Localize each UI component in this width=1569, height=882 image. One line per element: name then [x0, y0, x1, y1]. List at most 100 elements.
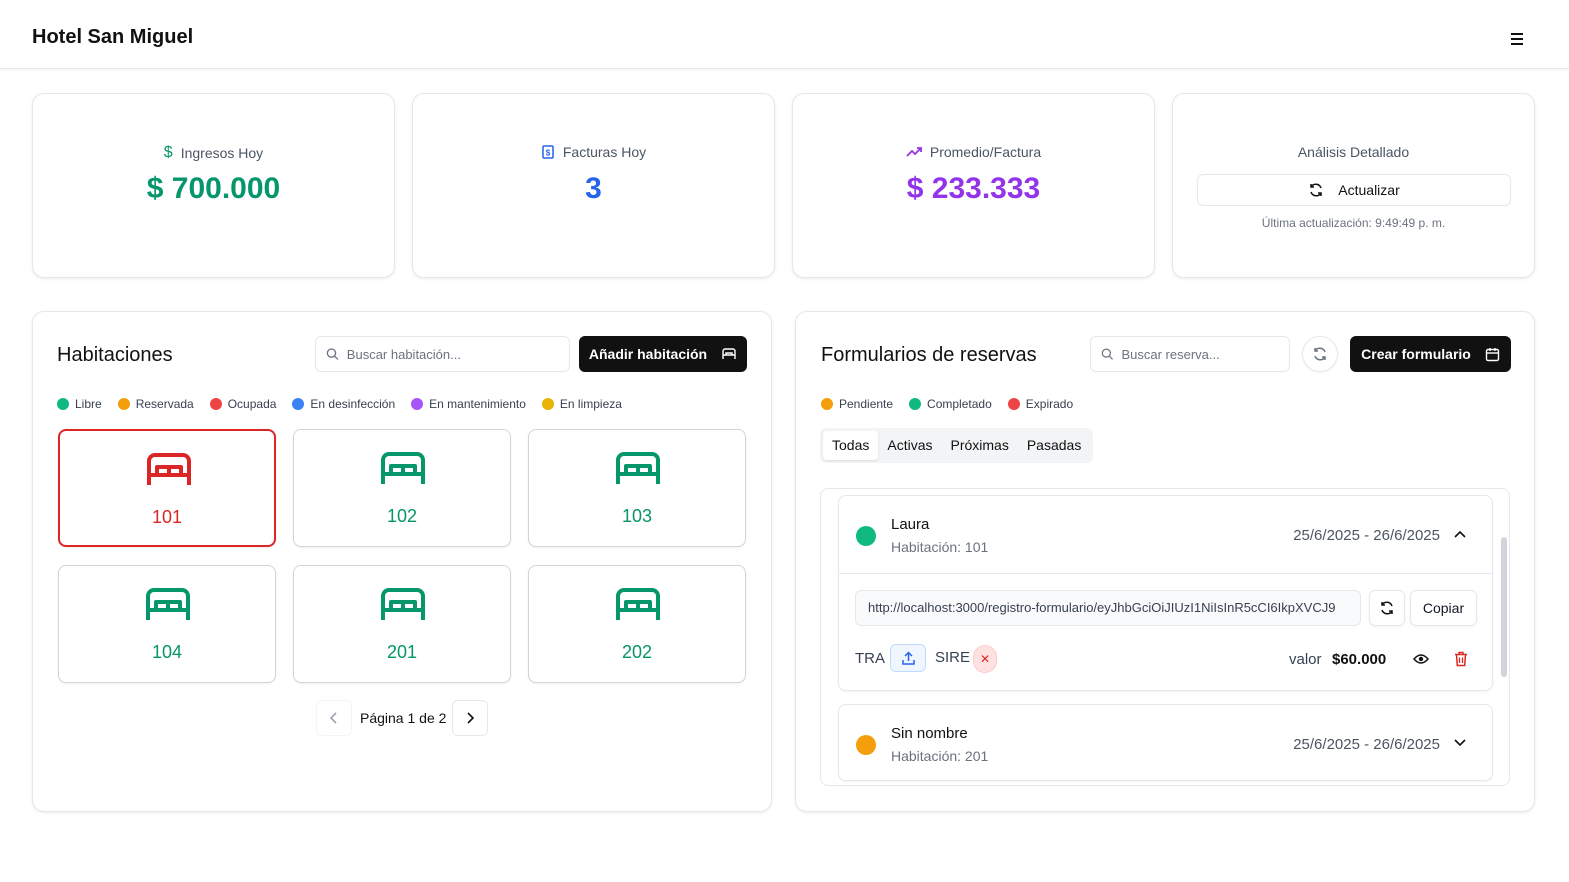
- trash-icon[interactable]: [1454, 651, 1468, 667]
- tab-pasadas[interactable]: Pasadas: [1018, 431, 1090, 460]
- tab-activas[interactable]: Activas: [878, 431, 941, 460]
- chevron-up-icon[interactable]: [1454, 529, 1466, 539]
- room-status-legend: Libre Reservada Ocupada En desinfección …: [57, 397, 622, 411]
- form-url-field[interactable]: http://localhost:3000/registro-formulari…: [855, 590, 1361, 626]
- reservation-item: Laura Habitación: 101 25/6/2025 - 26/6/2…: [838, 495, 1493, 691]
- refresh-label: Actualizar: [1338, 182, 1400, 198]
- room-number: 103: [621, 506, 653, 526]
- sire-status-x-icon[interactable]: ✕: [973, 645, 997, 673]
- room-label: Habitación: 101: [891, 539, 989, 555]
- bed-icon: [147, 453, 191, 485]
- svg-text:$: $: [546, 149, 551, 158]
- room-card-104[interactable]: 104: [58, 565, 276, 683]
- room-number: 101: [151, 507, 183, 527]
- room-card-201[interactable]: 201: [293, 565, 511, 683]
- invoices-value: 3: [585, 172, 602, 205]
- room-number: 104: [151, 642, 183, 662]
- refresh-button[interactable]: Actualizar: [1197, 174, 1511, 206]
- add-room-label: Añadir habitación: [588, 346, 708, 362]
- reservation-value: $60.000: [1332, 651, 1387, 668]
- status-dot: [856, 526, 876, 546]
- app-title: Hotel San Miguel: [32, 26, 194, 48]
- room-number: 102: [386, 506, 418, 526]
- room-card-101[interactable]: 101: [58, 429, 276, 547]
- average-card: Promedio/Factura $ 233.333: [792, 93, 1155, 278]
- chevron-right-icon: [467, 712, 475, 724]
- analysis-card: Análisis Detallado Actualizar Última act…: [1172, 93, 1535, 278]
- tab-todas[interactable]: Todas: [823, 431, 879, 460]
- reload-reservations-button[interactable]: [1302, 336, 1338, 372]
- sire-label: SIRE: [935, 649, 971, 666]
- invoice-icon: $: [542, 145, 554, 159]
- income-value: $ 700.000: [146, 172, 281, 205]
- add-room-button[interactable]: Añadir habitación: [579, 336, 747, 372]
- refresh-icon: [1314, 347, 1326, 361]
- reservation-item[interactable]: Sin nombre Habitación: 201 25/6/2025 - 2…: [838, 704, 1493, 781]
- next-page-button[interactable]: [452, 700, 488, 736]
- bed-icon: [616, 588, 660, 620]
- upload-icon: [901, 650, 915, 665]
- eye-icon[interactable]: [1413, 653, 1429, 665]
- rooms-panel: Habitaciones Añadir habitación Libre Res…: [32, 311, 772, 812]
- last-update-text: Última actualización: 9:49:49 p. m.: [1261, 216, 1446, 230]
- invoices-card: $ Facturas Hoy 3: [412, 93, 775, 278]
- refresh-icon: [1381, 601, 1393, 615]
- room-search[interactable]: [315, 336, 570, 372]
- search-icon: [326, 348, 339, 360]
- reservation-dates: 25/6/2025 - 26/6/2025: [1293, 736, 1440, 753]
- reservation-status-legend: Pendiente Completado Expirado: [821, 397, 1073, 411]
- income-label: Ingresos Hoy: [180, 145, 264, 161]
- tra-upload-button[interactable]: [890, 644, 926, 672]
- reservation-search[interactable]: [1090, 336, 1290, 372]
- value-label: valor: [1289, 651, 1322, 668]
- refresh-icon: [1310, 183, 1323, 197]
- reservation-search-input[interactable]: [1121, 346, 1289, 362]
- income-card: $ Ingresos Hoy $ 700.000: [32, 93, 395, 278]
- invoices-label: Facturas Hoy: [562, 144, 647, 160]
- guest-name: Sin nombre: [891, 725, 968, 742]
- average-label: Promedio/Factura: [929, 144, 1042, 160]
- chevron-down-icon[interactable]: [1454, 738, 1466, 748]
- bed-icon: [616, 452, 660, 484]
- top-bar: Hotel San Miguel: [0, 0, 1569, 69]
- average-value: $ 233.333: [906, 172, 1041, 205]
- room-number: 201: [386, 642, 418, 662]
- chevron-left-icon: [329, 712, 337, 724]
- bed-icon: [722, 348, 736, 359]
- legend-item: En limpieza: [541, 397, 622, 411]
- copy-button[interactable]: Copiar: [1410, 590, 1477, 626]
- rooms-title: Habitaciones: [57, 344, 173, 366]
- search-icon: [1101, 348, 1114, 360]
- analysis-label: Análisis Detallado: [1297, 144, 1410, 160]
- status-dot: [856, 735, 876, 755]
- bed-icon: [146, 588, 190, 620]
- create-form-button[interactable]: Crear formulario: [1350, 336, 1511, 372]
- reservations-list: Laura Habitación: 101 25/6/2025 - 26/6/2…: [820, 488, 1510, 786]
- create-form-label: Crear formulario: [1361, 346, 1471, 362]
- room-label: Habitación: 201: [891, 748, 989, 764]
- room-number: 202: [621, 642, 653, 662]
- legend-item: Reservada: [117, 397, 194, 411]
- legend-item: En mantenimiento: [411, 397, 526, 411]
- legend-item: Completado: [909, 397, 992, 411]
- guest-name: Laura: [891, 516, 930, 533]
- room-card-103[interactable]: 103: [528, 429, 746, 547]
- scrollbar[interactable]: [1501, 537, 1507, 677]
- room-card-102[interactable]: 102: [293, 429, 511, 547]
- room-card-202[interactable]: 202: [528, 565, 746, 683]
- tra-label: TRA: [855, 650, 885, 667]
- legend-item: Ocupada: [209, 397, 276, 411]
- reservation-tabs: Todas Activas Próximas Pasadas: [820, 428, 1094, 463]
- legend-item: Pendiente: [821, 397, 893, 411]
- prev-page-button[interactable]: [316, 700, 352, 736]
- trending-up-icon: [906, 147, 922, 157]
- dollar-icon: $: [163, 144, 173, 161]
- tab-proximas[interactable]: Próximas: [941, 431, 1017, 460]
- room-search-input[interactable]: [346, 346, 569, 362]
- reservation-dates: 25/6/2025 - 26/6/2025: [1293, 527, 1440, 544]
- legend-item: Expirado: [1007, 397, 1073, 411]
- legend-item: En desinfección: [292, 397, 395, 411]
- regenerate-link-button[interactable]: [1369, 590, 1405, 626]
- menu-icon[interactable]: [1506, 28, 1528, 50]
- calendar-icon: [1485, 347, 1500, 361]
